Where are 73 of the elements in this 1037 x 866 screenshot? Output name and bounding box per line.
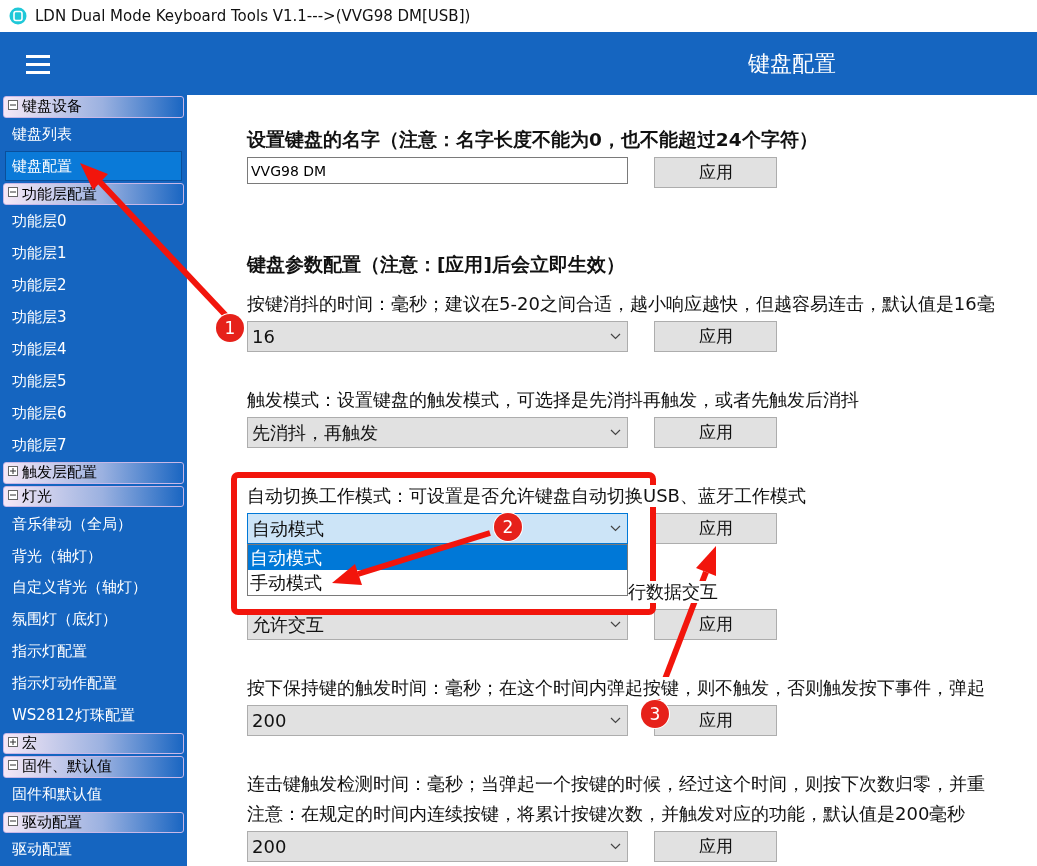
window-title: LDN Dual Mode Keyboard Tools V1.1--->(VVG98 DM[USB])	[35, 7, 471, 25]
sidebar-group-header[interactable]: 触发层配置	[3, 462, 184, 484]
apply-button[interactable]: 应用	[654, 321, 777, 352]
select-dropdown[interactable]: 200	[247, 705, 628, 736]
section-title: 键盘参数配置（注意：[应用]后会立即生效）	[247, 253, 626, 277]
group-label: 驱动配置	[22, 812, 82, 832]
group-label: 功能层配置	[22, 184, 97, 204]
section-title: 设置键盘的名字（注意：名字长度不能为0，也不能超过24个字符）	[247, 128, 819, 152]
setting-description: 触发模式：设置键盘的触发模式，可选择是先消抖再触发，或者先触发后消抖	[247, 389, 859, 411]
expand-icon[interactable]	[8, 466, 18, 477]
apply-button[interactable]: 应用	[654, 831, 777, 862]
sidebar-item[interactable]: 功能层2	[5, 270, 182, 301]
chevron-down-icon	[610, 717, 621, 724]
sidebar-item[interactable]: 音乐律动（全局）	[5, 509, 182, 540]
select-dropdown[interactable]: 先消抖，再触发	[247, 417, 628, 448]
sidebar-item[interactable]: 功能层3	[5, 302, 182, 333]
app-logo-icon	[9, 7, 27, 25]
chevron-down-icon	[610, 429, 621, 436]
apply-button[interactable]: 应用	[654, 417, 777, 448]
select-dropdown[interactable]: 16	[247, 321, 628, 352]
collapse-icon[interactable]	[8, 489, 18, 500]
sidebar-item[interactable]: 氛围灯（底灯）	[5, 604, 182, 635]
name-input-field[interactable]: VVG98 DM	[247, 157, 628, 184]
setting-description: 按下保持键的触发时间：毫秒；在这个时间内弹起按键，则不触发，否则触发按下事件，弹起	[247, 677, 985, 699]
sidebar-item[interactable]: 指示灯配置	[5, 636, 182, 667]
chevron-down-icon	[610, 621, 621, 628]
collapse-icon[interactable]	[8, 815, 18, 826]
sidebar-item[interactable]: 驱动配置	[5, 835, 182, 865]
setting-description: 自动切换工作模式：可设置是否允许键盘自动切换USB、蓝牙工作模式	[247, 485, 806, 507]
sidebar-item[interactable]: WS2812灯珠配置	[5, 700, 182, 731]
sidebar-item[interactable]: 功能层4	[5, 334, 182, 365]
sidebar-group-header[interactable]: 灯光	[3, 485, 184, 508]
sidebar-item[interactable]: 键盘列表	[5, 119, 182, 150]
collapse-icon[interactable]	[8, 100, 18, 110]
chevron-down-icon	[610, 843, 621, 850]
sidebar-item[interactable]: 固件和默认值	[5, 779, 182, 810]
sidebar-item[interactable]: 功能层5	[5, 366, 182, 397]
group-label: 灯光	[22, 486, 52, 506]
sidebar-group-header[interactable]: 宏	[3, 732, 184, 755]
page-title: 键盘配置	[748, 49, 836, 78]
group-label: 宏	[22, 733, 37, 753]
step-number-badge: 1	[216, 314, 244, 342]
setting-description: 行数据交互	[628, 581, 718, 603]
sidebar-item[interactable]: 功能层0	[5, 206, 182, 237]
group-label: 键盘设备	[22, 97, 82, 117]
setting-description: 按键消抖的时间：毫秒；建议在5-20之间合适，越小响应越快，但越容易连击，默认值是16毫	[247, 293, 995, 315]
collapse-icon[interactable]	[8, 760, 18, 771]
apply-button[interactable]: 应用	[654, 609, 777, 640]
sidebar-group-header[interactable]: 固件、默认值	[3, 756, 184, 778]
menu-icon[interactable]	[26, 53, 50, 74]
sidebar-group-header[interactable]: 键盘设备	[3, 96, 184, 118]
sidebar-item[interactable]: 指示灯动作配置	[5, 668, 182, 699]
collapse-icon[interactable]	[8, 187, 18, 198]
sidebar-item[interactable]: 功能层1	[5, 238, 182, 269]
sidebar-item[interactable]: 功能层7	[5, 430, 182, 461]
dropdown-option[interactable]: 自动模式	[248, 545, 627, 570]
apply-button[interactable]: 应用	[654, 157, 777, 188]
sidebar-item[interactable]: 自定义背光（轴灯）	[5, 573, 182, 603]
group-label: 触发层配置	[22, 463, 97, 483]
sidebar-group-header[interactable]: 驱动配置	[3, 811, 184, 834]
sidebar-group-header[interactable]: 功能层配置	[3, 183, 184, 205]
setting-description: 注意：在规定的时间内连续按键，将累计按键次数，并触发对应的功能，默认值是200毫秒	[247, 803, 966, 825]
sidebar-item[interactable]: 键盘配置	[5, 151, 182, 182]
chevron-down-icon	[610, 525, 621, 532]
expand-icon[interactable]	[8, 736, 18, 747]
select-dropdown[interactable]: 200	[247, 831, 628, 862]
apply-button[interactable]: 应用	[654, 513, 777, 544]
group-label: 固件、默认值	[22, 757, 112, 777]
chevron-down-icon	[610, 333, 621, 340]
setting-description: 连击键触发检测时间：毫秒；当弹起一个按键的时候，经过这个时间，则按下次数归零，并重	[247, 773, 985, 795]
sidebar-item[interactable]: 功能层6	[5, 398, 182, 429]
sidebar-item[interactable]: 背光（轴灯）	[5, 541, 182, 571]
step-number-badge: 3	[641, 700, 669, 728]
